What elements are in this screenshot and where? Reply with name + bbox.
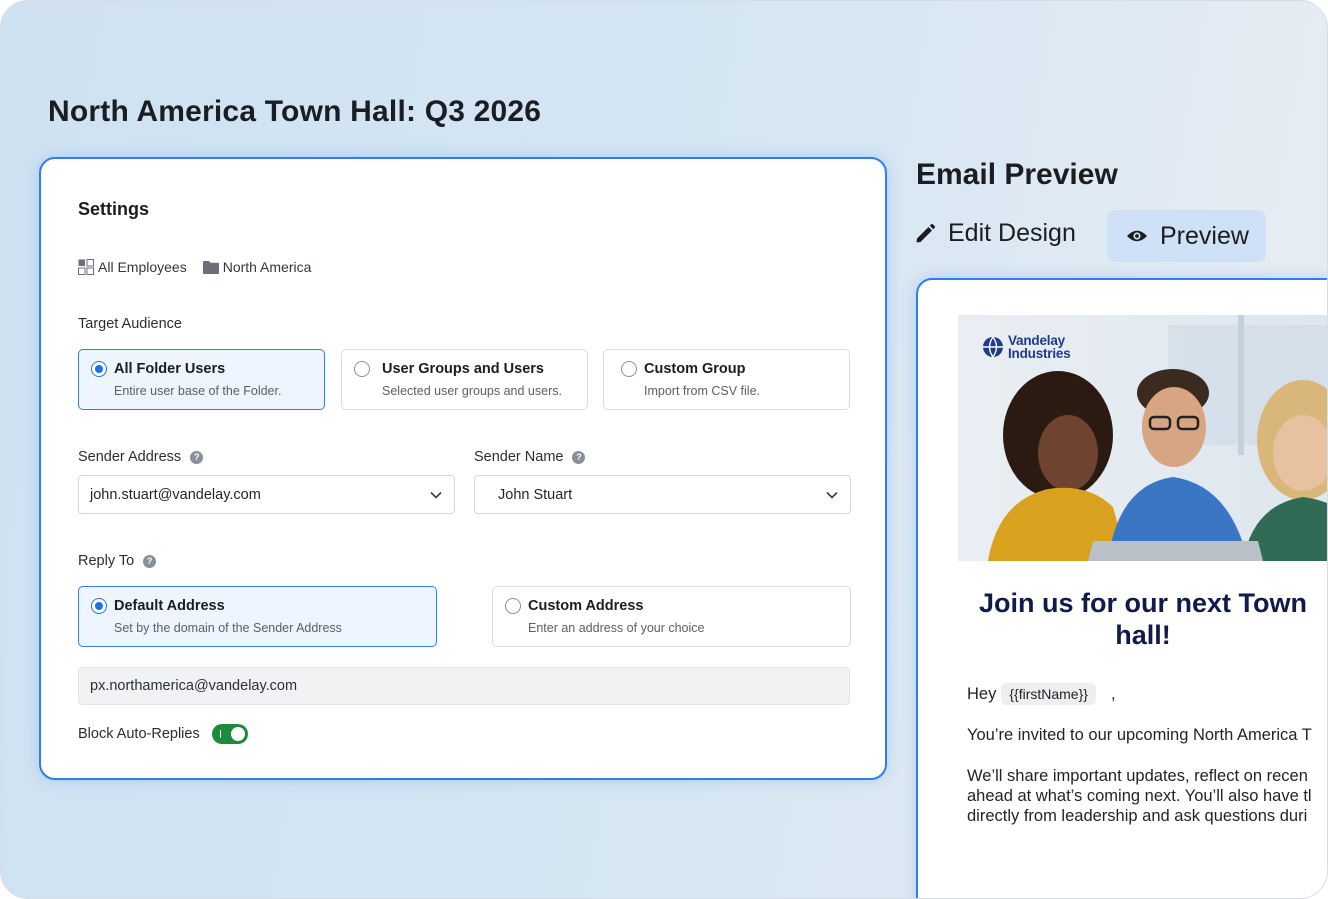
- label-text: Sender Name: [474, 449, 564, 465]
- reply-option-default-address[interactable]: Default Address Set by the domain of the…: [78, 586, 437, 647]
- help-icon[interactable]: ?: [190, 450, 204, 464]
- radio-button[interactable]: [354, 361, 370, 377]
- email-preview-card: Vandelay Industries Join us for our next…: [916, 278, 1327, 898]
- eye-icon: [1127, 230, 1147, 242]
- option-title: Custom Address: [528, 598, 644, 614]
- radio-button[interactable]: [91, 361, 107, 377]
- select-value: John Stuart: [498, 486, 573, 503]
- sender-address-label: Sender Address ?: [78, 449, 204, 465]
- greeting-suffix: ,: [1110, 684, 1116, 703]
- settings-title: Settings: [78, 199, 150, 219]
- radio-button[interactable]: [91, 598, 107, 614]
- block-auto-replies-toggle[interactable]: [211, 724, 248, 744]
- help-icon[interactable]: ?: [143, 554, 157, 568]
- chevron-down-icon: [826, 491, 838, 499]
- sender-address-select[interactable]: john.stuart@vandelay.com: [78, 475, 455, 514]
- radio-button[interactable]: [505, 598, 521, 614]
- email-paragraph-2-line-2: ahead at what’s coming next. You’ll also…: [967, 787, 1312, 805]
- folder-icon: [202, 261, 219, 274]
- grid-icon: [78, 259, 94, 275]
- globe-icon: [983, 336, 1003, 358]
- breadcrumb-north-america[interactable]: North America: [202, 259, 312, 275]
- audience-option-all-folder-users[interactable]: All Folder Users Entire user base of the…: [78, 349, 325, 410]
- email-preview-title: Email Preview: [916, 158, 1118, 191]
- radio-button[interactable]: [621, 361, 637, 377]
- edit-design-button[interactable]: Edit Design: [914, 219, 1076, 248]
- preview-button[interactable]: Preview: [1107, 210, 1266, 262]
- brand-line-2: Industries: [1008, 346, 1071, 361]
- option-subtitle: Enter an address of your choice: [528, 621, 705, 635]
- reply-to-address-field: px.northamerica@vandelay.com: [78, 667, 850, 705]
- label-text: Reply To: [78, 553, 135, 569]
- option-title: User Groups and Users: [382, 361, 544, 377]
- breadcrumb-label: North America: [222, 259, 312, 275]
- label-text: Sender Address: [78, 449, 182, 465]
- audience-option-user-groups[interactable]: User Groups and Users Selected user grou…: [341, 349, 588, 410]
- email-paragraph-1: You’re invited to our upcoming North Ame…: [967, 726, 1312, 744]
- option-subtitle: Entire user base of the Folder.: [114, 384, 282, 398]
- target-audience-label: Target Audience: [78, 316, 182, 332]
- app-frame: North America Town Hall: Q3 2026 Setting…: [0, 0, 1328, 899]
- email-headline: Join us for our next Town hall!: [979, 588, 1307, 650]
- option-title: Default Address: [114, 598, 225, 614]
- sender-name-label: Sender Name ?: [474, 449, 586, 465]
- greeting-line: Hey {{firstName}} ,: [967, 683, 1116, 705]
- breadcrumb-all-employees[interactable]: All Employees: [78, 259, 187, 275]
- option-title: All Folder Users: [114, 361, 226, 377]
- page-title: North America Town Hall: Q3 2026: [48, 95, 542, 128]
- pencil-icon: [916, 223, 936, 242]
- edit-design-label: Edit Design: [948, 219, 1076, 247]
- sender-name-select[interactable]: John Stuart: [474, 475, 851, 514]
- option-title: Custom Group: [644, 361, 746, 377]
- option-subtitle: Selected user groups and users.: [382, 384, 562, 398]
- breadcrumb-label: All Employees: [98, 259, 187, 275]
- option-subtitle: Import from CSV file.: [644, 384, 760, 398]
- option-subtitle: Set by the domain of the Sender Address: [114, 621, 342, 635]
- help-icon[interactable]: ?: [572, 450, 586, 464]
- reply-to-label: Reply To ?: [78, 553, 157, 569]
- breadcrumb: All Employees North America: [78, 259, 327, 275]
- reply-option-custom-address[interactable]: Custom Address Enter an address of your …: [492, 586, 851, 647]
- select-value: john.stuart@vandelay.com: [90, 486, 261, 503]
- settings-card: Settings All Employees North America Tar…: [39, 157, 887, 780]
- chevron-down-icon: [430, 491, 442, 499]
- email-paragraph-2-line-3: directly from leadership and ask questio…: [967, 807, 1308, 825]
- preview-label: Preview: [1160, 221, 1249, 250]
- block-auto-replies-row: Block Auto-Replies: [78, 724, 248, 744]
- first-name-token: {{firstName}}: [1001, 683, 1096, 705]
- toggle-label: Block Auto-Replies: [78, 726, 200, 742]
- audience-option-custom-group[interactable]: Custom Group Import from CSV file.: [603, 349, 850, 410]
- brand-logo: Vandelay Industries: [982, 334, 1071, 360]
- email-paragraph-2-line-1: We’ll share important updates, reflect o…: [967, 767, 1308, 785]
- greeting-text: Hey: [967, 684, 997, 703]
